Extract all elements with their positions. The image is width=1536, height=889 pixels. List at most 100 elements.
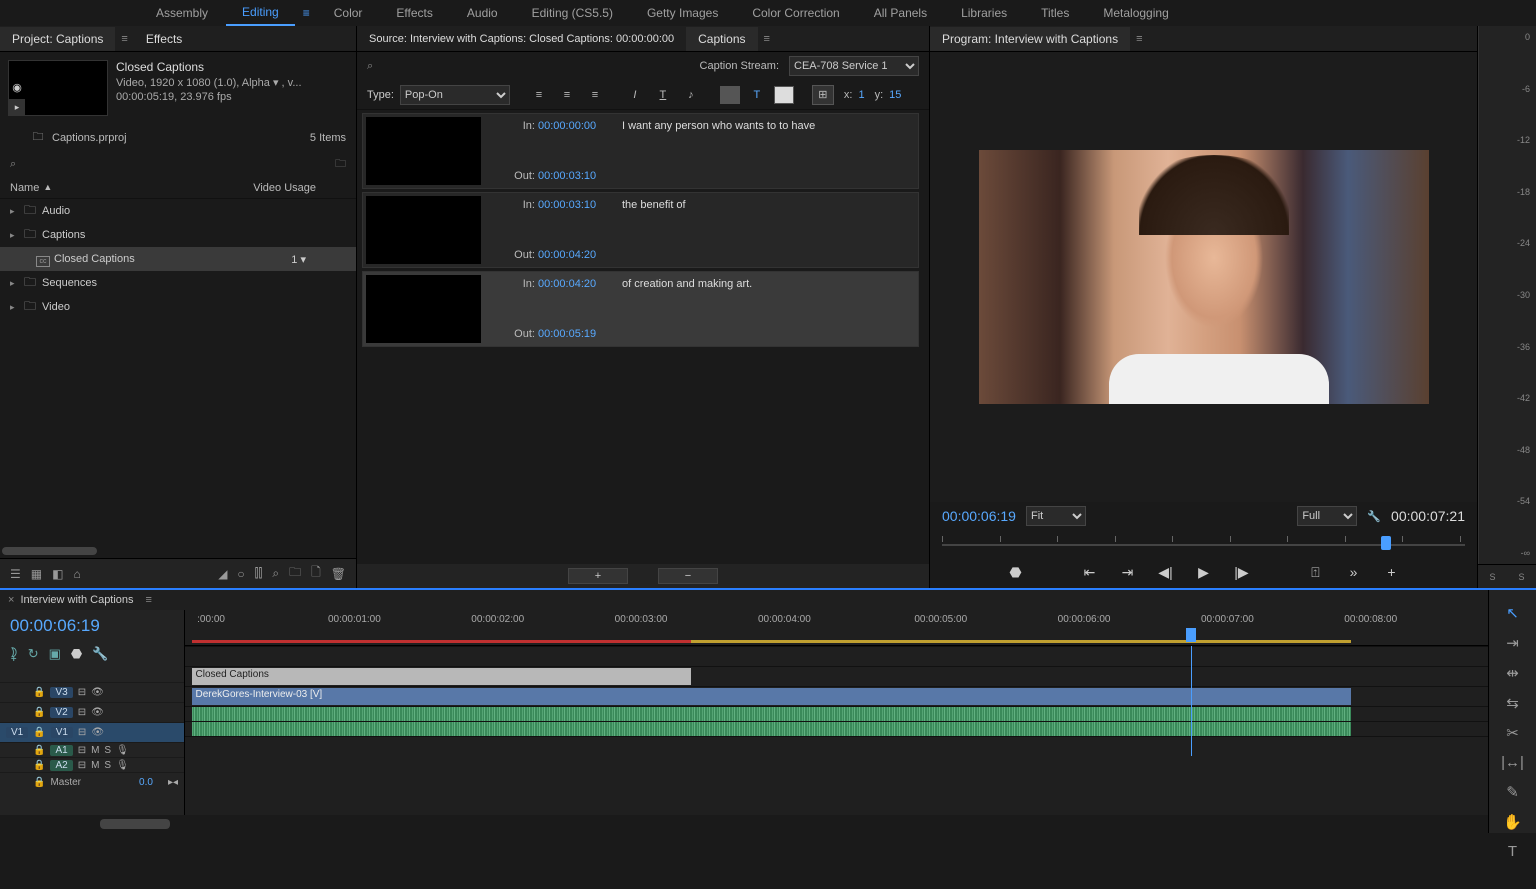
program-current-tc[interactable]: 00:00:06:19 bbox=[942, 508, 1016, 524]
caption-out-tc[interactable]: 00:00:03:10 bbox=[538, 170, 610, 182]
workspace-colorcorrection[interactable]: Color Correction bbox=[736, 1, 855, 25]
export-frame-icon[interactable]: + bbox=[1381, 564, 1403, 580]
caption-in-tc[interactable]: 00:00:03:10 bbox=[538, 199, 610, 211]
position-grid-icon[interactable]: ⊞ bbox=[812, 85, 834, 105]
program-scrubber[interactable] bbox=[942, 530, 1465, 556]
col-usage[interactable]: Video Usage bbox=[253, 182, 316, 194]
music-note-icon[interactable]: ♪ bbox=[680, 85, 702, 105]
align-right-icon[interactable]: ≡ bbox=[584, 85, 606, 105]
workspace-titles[interactable]: Titles bbox=[1025, 1, 1085, 25]
new-bin-icon[interactable]: 🗀 bbox=[289, 563, 301, 584]
caption-item[interactable]: In: 00:00:04:20 Out: 00:00:05:19 of crea… bbox=[362, 271, 919, 347]
track-a2[interactable] bbox=[185, 721, 1488, 736]
add-marker-icon[interactable]: ⬣ bbox=[1005, 564, 1027, 581]
caption-item[interactable]: In: 00:00:03:10 Out: 00:00:04:20 the ben… bbox=[362, 192, 919, 268]
solo-left-icon[interactable]: S bbox=[1489, 572, 1495, 582]
track-a1[interactable] bbox=[185, 706, 1488, 721]
track-select-tool-icon[interactable]: ⇥ bbox=[1506, 634, 1519, 652]
timeline-zoom-bar[interactable] bbox=[0, 815, 1488, 833]
slip-tool-icon[interactable]: |↔| bbox=[1501, 754, 1524, 771]
settings-icon[interactable]: 🔧 bbox=[92, 646, 108, 668]
workspace-libraries[interactable]: Libraries bbox=[945, 1, 1023, 25]
text-color-icon[interactable]: T bbox=[746, 85, 768, 105]
tab-program-menu-icon[interactable]: ≡ bbox=[1130, 33, 1148, 45]
ripple-edit-tool-icon[interactable]: ⇹ bbox=[1506, 664, 1519, 682]
track-head-v3[interactable]: 🔒V3⊟👁 bbox=[0, 682, 184, 702]
workspace-color[interactable]: Color bbox=[318, 1, 379, 25]
workspace-editing[interactable]: Editing bbox=[226, 0, 295, 26]
wrench-icon[interactable]: 🔧 bbox=[1367, 510, 1381, 523]
tree-folder-video[interactable]: ▸ 🗀 Video bbox=[0, 295, 356, 319]
add-caption-button[interactable]: + bbox=[568, 568, 628, 584]
pen-tool-icon[interactable]: ✎ bbox=[1506, 783, 1519, 801]
y-value[interactable]: 15 bbox=[889, 89, 901, 101]
filter-bin-icon[interactable]: 🗀 bbox=[335, 155, 346, 174]
clip-audio-1[interactable] bbox=[192, 707, 1352, 721]
track-v3[interactable] bbox=[185, 646, 1488, 666]
linked-selection-icon[interactable]: ↻ bbox=[28, 646, 39, 668]
icon-view-icon[interactable]: ▦ bbox=[31, 567, 42, 581]
preview-play-icon[interactable]: ▸ bbox=[9, 99, 25, 115]
caption-text[interactable]: of creation and making art. bbox=[614, 272, 918, 346]
tree-item-closed-captions[interactable]: cc Closed Captions 1 ▾ bbox=[0, 247, 356, 271]
tab-effects[interactable]: Effects bbox=[134, 27, 194, 51]
col-name[interactable]: Name bbox=[10, 182, 39, 194]
selection-tool-icon[interactable]: ↖ bbox=[1506, 604, 1519, 622]
workspace-getty[interactable]: Getty Images bbox=[631, 1, 734, 25]
playhead-line[interactable] bbox=[1191, 646, 1192, 756]
extract-icon[interactable]: » bbox=[1343, 564, 1365, 580]
track-head-v2[interactable]: 🔒V2⊟👁 bbox=[0, 702, 184, 722]
step-back-icon[interactable]: ◀| bbox=[1155, 564, 1177, 581]
source-v1[interactable]: V1 bbox=[6, 727, 28, 738]
step-fwd-icon[interactable]: |▶ bbox=[1231, 564, 1253, 581]
caption-text[interactable]: I want any person who wants to to have bbox=[614, 114, 918, 188]
fg-color-swatch[interactable] bbox=[774, 86, 794, 104]
italic-icon[interactable]: I bbox=[624, 85, 646, 105]
track-head-a2[interactable]: 🔒A2⊟MS🎙 bbox=[0, 757, 184, 772]
mark-in-icon[interactable]: ⇤ bbox=[1079, 564, 1101, 581]
timeline-tc[interactable]: 00:00:06:19 bbox=[0, 610, 184, 642]
lift-icon[interactable]: ⍐ bbox=[1305, 564, 1327, 581]
track-head-master[interactable]: 🔒Master 0.0▸◂ bbox=[0, 772, 184, 792]
usage-count[interactable]: 1 ▾ bbox=[291, 253, 306, 266]
caption-in-tc[interactable]: 00:00:04:20 bbox=[538, 278, 610, 290]
expand-icon[interactable]: ▸ bbox=[10, 206, 24, 217]
freeform-view-icon[interactable]: ◧ bbox=[52, 567, 63, 581]
razor-tool-icon[interactable]: ✂ bbox=[1506, 724, 1519, 742]
track-head-v1[interactable]: V1🔒V1⊟👁 bbox=[0, 722, 184, 742]
play-icon[interactable]: ▶ bbox=[1193, 564, 1215, 581]
track-master[interactable] bbox=[185, 736, 1488, 756]
caption-out-tc[interactable]: 00:00:04:20 bbox=[538, 249, 610, 261]
track-v1[interactable]: DerekGores-Interview-03 [V] bbox=[185, 686, 1488, 706]
zoom-select[interactable]: Fit bbox=[1026, 506, 1086, 526]
type-tool-icon[interactable]: T bbox=[1508, 843, 1517, 860]
list-view-icon[interactable]: ☰ bbox=[10, 567, 21, 581]
caption-item[interactable]: In: 00:00:00:00 Out: 00:00:03:10 I want … bbox=[362, 113, 919, 189]
snap-icon[interactable]: ⯝ bbox=[10, 646, 18, 668]
workspace-metalogging[interactable]: Metalogging bbox=[1087, 1, 1184, 25]
asset-thumbnail[interactable]: ◉ ▸ bbox=[8, 60, 108, 116]
workspace-editing-cs55[interactable]: Editing (CS5.5) bbox=[516, 1, 629, 25]
mark-out-icon[interactable]: ⇥ bbox=[1117, 564, 1139, 581]
time-ruler[interactable]: :00:00 00:00:01:00 00:00:02:00 00:00:03:… bbox=[185, 610, 1488, 646]
clip-video[interactable]: DerekGores-Interview-03 [V] bbox=[192, 688, 1352, 705]
track-head-a1[interactable]: 🔒A1⊟MS🎙 bbox=[0, 742, 184, 757]
expand-icon[interactable]: ▸ bbox=[10, 278, 24, 289]
workspace-menu-icon[interactable]: ≡ bbox=[297, 6, 316, 20]
search-icon[interactable]: ⌕ bbox=[367, 60, 373, 73]
caption-text[interactable]: the benefit of bbox=[614, 193, 918, 267]
search-input[interactable] bbox=[26, 157, 166, 172]
sort-asc-icon[interactable]: ▲ bbox=[43, 182, 52, 194]
caption-stream-select[interactable]: CEA-708 Service 1 bbox=[789, 56, 919, 76]
sort-icon[interactable]: ○ bbox=[237, 567, 244, 581]
clip-closed-captions[interactable]: Closed Captions bbox=[192, 668, 691, 685]
caption-in-tc[interactable]: 00:00:00:00 bbox=[538, 120, 610, 132]
new-item-icon[interactable]: 🗋 bbox=[311, 563, 321, 584]
search-icon[interactable]: ⌕ bbox=[10, 158, 16, 171]
underline-icon[interactable]: T bbox=[652, 85, 674, 105]
find-icon[interactable]: ⫿⫿ bbox=[255, 566, 263, 581]
thumb-slider-icon[interactable]: ◢ bbox=[218, 567, 227, 581]
search-footer-icon[interactable]: ⌕ bbox=[272, 566, 279, 581]
bg-color-swatch[interactable] bbox=[720, 86, 740, 104]
playhead-handle[interactable] bbox=[1381, 536, 1391, 550]
